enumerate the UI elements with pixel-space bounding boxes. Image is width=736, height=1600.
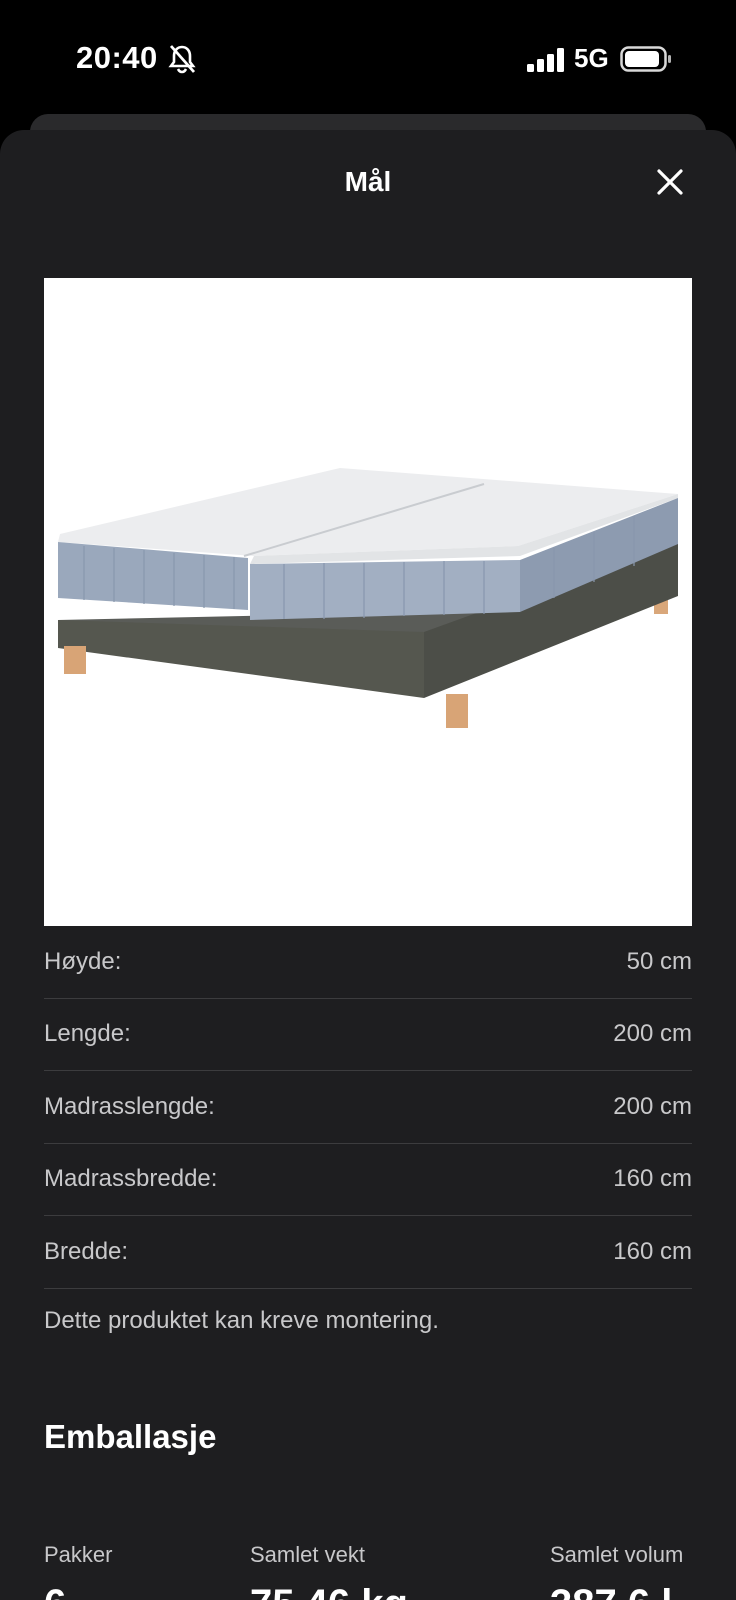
dimension-label: Madrassbredde: [44,1165,218,1193]
close-icon [657,169,683,195]
packaging-label: Samlet vekt [250,1542,365,1567]
close-button[interactable] [648,160,692,204]
battery-icon [620,46,671,72]
network-label: 5G [574,43,609,73]
cellular-signal-icon [527,48,564,72]
packaging-value: 387.6 l [550,1582,683,1600]
packaging-title: Emballasje [44,1418,217,1455]
packaging-label: Samlet volum [550,1542,684,1567]
dimension-label: Lengde: [44,1020,131,1048]
dimension-row: Madrassbredde: 160 cm [44,1144,692,1216]
dimension-value: 160 cm [613,1165,692,1193]
dimensions-sheet: Mål Høyde: 50 cm Lengde: 200 cm Madrassl… [0,130,736,1600]
packaging-weight: Samlet vekt 75.46 kg [250,1542,408,1600]
dimension-value: 50 cm [626,947,692,975]
status-time: 20:40 [76,40,158,75]
packaging-value: 6 [44,1582,112,1600]
dimension-value: 160 cm [613,1237,692,1265]
packaging-label: Pakker [44,1542,113,1567]
sheet-title: Mål [344,166,392,197]
dimension-row: Høyde: 50 cm [44,926,692,999]
dimension-label: Høyde: [44,947,122,975]
bed-with-mattress-photo [58,468,678,728]
bell-slash-icon [168,45,196,74]
dimension-row: Lengde: 200 cm [44,999,692,1071]
product-image [44,278,692,926]
packaging-packages: Pakker 6 [44,1542,112,1600]
dimension-row: Bredde: 160 cm [44,1216,692,1289]
packaging-value: 75.46 kg [250,1582,408,1600]
dimension-label: Bredde: [44,1237,129,1265]
assembly-note: Dette produktet kan kreve montering. [44,1307,439,1334]
dimension-value: 200 cm [613,1092,692,1120]
status-bar: 20:40 5G [0,0,736,112]
dimension-label: Madrasslengde: [44,1092,215,1120]
dimension-value: 200 cm [613,1020,692,1048]
packaging-volume: Samlet volum 387.6 l [550,1542,683,1600]
dimension-row: Madrasslengde: 200 cm [44,1071,692,1144]
dimensions-list: Høyde: 50 cm Lengde: 200 cm Madrasslengd… [44,926,692,1289]
